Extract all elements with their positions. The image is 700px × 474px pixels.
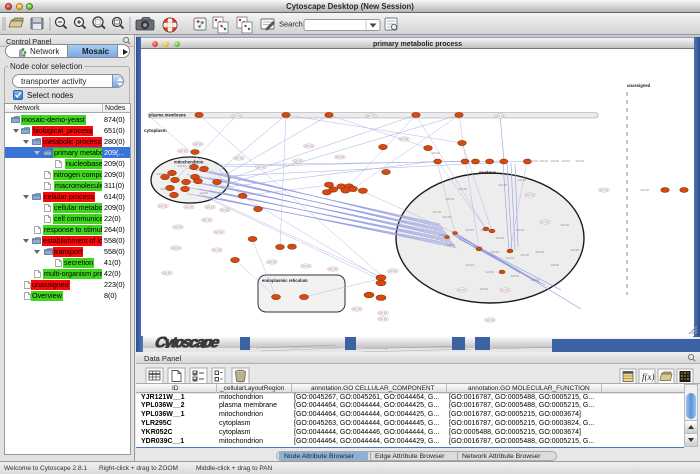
- svg-text:GO:04: GO:04: [233, 114, 242, 118]
- svg-text:GO:04: GO:04: [194, 142, 203, 146]
- svg-text:nucleus: nucleus: [479, 170, 497, 175]
- svg-text:GO:04: GO:04: [305, 144, 314, 148]
- svg-text:GO:04: GO:04: [561, 223, 570, 227]
- svg-text:GO:04: GO:04: [215, 230, 224, 234]
- svg-text:GO:04: GO:04: [571, 248, 580, 252]
- svg-text:GO:04: GO:04: [185, 205, 194, 209]
- svg-text:GO:04: GO:04: [530, 159, 539, 163]
- svg-text:GO:04: GO:04: [446, 197, 455, 201]
- svg-text:GO:04: GO:04: [440, 233, 449, 237]
- svg-text:GO:04: GO:04: [172, 246, 181, 250]
- svg-text:GO:04: GO:04: [379, 311, 388, 315]
- svg-text:GO:04: GO:04: [459, 187, 468, 191]
- svg-text:unassigned: unassigned: [627, 83, 651, 88]
- svg-text:GO:04: GO:04: [178, 164, 187, 168]
- svg-text:GO:04: GO:04: [174, 225, 183, 229]
- svg-text:GO:04: GO:04: [458, 288, 467, 292]
- svg-text:GO:04: GO:04: [389, 269, 398, 273]
- svg-text:GO:04: GO:04: [353, 307, 362, 311]
- svg-text:GO:04: GO:04: [540, 159, 549, 163]
- svg-text:GO:04: GO:04: [499, 183, 508, 187]
- svg-text:GO:04: GO:04: [496, 114, 505, 118]
- svg-text:GO:04: GO:04: [536, 250, 545, 254]
- svg-text:GO:04: GO:04: [521, 253, 530, 257]
- svg-text:GO:04: GO:04: [600, 188, 609, 192]
- svg-text:cytoplasm: cytoplasm: [144, 128, 167, 133]
- svg-text:Search:: Search:: [279, 20, 305, 29]
- svg-text:GO:04: GO:04: [235, 156, 244, 160]
- svg-text:GO:04: GO:04: [179, 149, 188, 153]
- svg-text:GO:04: GO:04: [400, 137, 409, 141]
- svg-text:GO:04: GO:04: [367, 114, 376, 118]
- svg-text:GO:04: GO:04: [157, 172, 166, 176]
- svg-text:GO:04: GO:04: [203, 218, 212, 222]
- svg-text:GO:04: GO:04: [641, 188, 650, 192]
- svg-text:GO:04: GO:04: [443, 215, 452, 219]
- svg-text:GO:04: GO:04: [501, 288, 510, 292]
- svg-text:GO:04: GO:04: [516, 228, 525, 232]
- svg-text:GO:04: GO:04: [433, 210, 442, 214]
- svg-text:GO:04: GO:04: [511, 274, 520, 278]
- svg-text:plasma membrane: plasma membrane: [149, 113, 186, 118]
- svg-text:GO:04: GO:04: [161, 187, 170, 191]
- svg-text:GO:04: GO:04: [257, 165, 266, 169]
- svg-text:GO:04: GO:04: [506, 256, 515, 260]
- svg-text:GO:04: GO:04: [159, 204, 168, 208]
- svg-text:GO:04: GO:04: [474, 245, 483, 249]
- svg-text:GO:04: GO:04: [447, 243, 456, 247]
- svg-text:GO:04: GO:04: [496, 236, 505, 240]
- svg-text:GO:04: GO:04: [163, 271, 172, 275]
- svg-text:endoplasmic reticulum: endoplasmic reticulum: [262, 278, 308, 283]
- svg-text:GO:04: GO:04: [302, 264, 311, 268]
- svg-text:GO:04: GO:04: [576, 159, 585, 163]
- svg-text:GO:04: GO:04: [329, 267, 338, 271]
- svg-text:GO:04: GO:04: [206, 205, 215, 209]
- svg-text:f(x): f(x): [642, 372, 655, 382]
- svg-text:GO:04: GO:04: [551, 159, 560, 163]
- svg-text:GO:04: GO:04: [541, 220, 550, 224]
- svg-text:GO:04: GO:04: [551, 263, 560, 267]
- svg-text:GO:04: GO:04: [486, 270, 495, 274]
- svg-text:GO:04: GO:04: [526, 193, 535, 197]
- svg-text:GO:04: GO:04: [486, 318, 495, 322]
- svg-text:GO:04: GO:04: [491, 250, 500, 254]
- svg-text:GO:04: GO:04: [294, 159, 303, 163]
- svg-text:GO:04: GO:04: [562, 159, 571, 163]
- svg-text:GO:04: GO:04: [268, 260, 277, 264]
- svg-text:GO:04: GO:04: [531, 278, 540, 282]
- svg-text:GO:04: GO:04: [432, 151, 441, 155]
- svg-text:GO:04: GO:04: [213, 248, 222, 252]
- svg-text:GO:04: GO:04: [221, 208, 230, 212]
- svg-text:GO:04: GO:04: [466, 228, 475, 232]
- svg-text:GO:04: GO:04: [379, 317, 388, 321]
- svg-text:GO:04: GO:04: [518, 178, 527, 182]
- svg-text:GO:04: GO:04: [336, 155, 345, 159]
- svg-text:GO:04: GO:04: [200, 191, 209, 195]
- svg-text:GO:04: GO:04: [466, 263, 475, 267]
- svg-text:GO:04: GO:04: [481, 228, 490, 232]
- svg-text:GO:04: GO:04: [480, 287, 489, 291]
